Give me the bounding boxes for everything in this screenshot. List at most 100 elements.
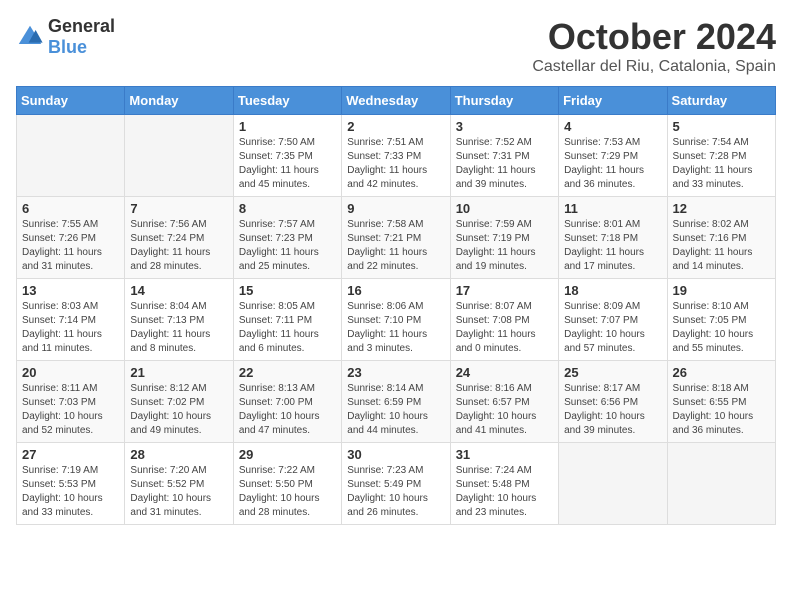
calendar-cell: 17 Sunrise: 8:07 AMSunset: 7:08 PMDayligh… <box>450 279 558 361</box>
day-number: 8 <box>239 201 336 216</box>
weekday-header: Monday <box>125 87 233 115</box>
day-number: 28 <box>130 447 227 462</box>
day-info: Sunrise: 7:20 AMSunset: 5:52 PMDaylight:… <box>130 464 227 520</box>
calendar-cell: 31Sunrise: 7:24 AMSunset: 5:48 PMDayligh… <box>450 443 558 525</box>
day-info: Sunrise: 7:50 AMSunset: 7:35 PMDaylight:… <box>239 136 336 192</box>
day-number: 18 <box>564 283 661 298</box>
day-info: Sunrise: 8:17 AMSunset: 6:56 PMDaylight:… <box>564 382 661 438</box>
weekday-header: Sunday <box>17 87 125 115</box>
logo-text-blue: Blue <box>48 37 87 57</box>
calendar-cell: 13 Sunrise: 8:03 AMSunset: 7:14 PMDayligh… <box>17 279 125 361</box>
day-info: Sunrise: 8:16 AMSunset: 6:57 PMDaylight:… <box>456 382 553 438</box>
day-number: 13 <box>22 283 119 298</box>
day-number: 27 <box>22 447 119 462</box>
day-number: 24 <box>456 365 553 380</box>
day-info: Sunrise: 7:22 AMSunset: 5:50 PMDaylight:… <box>239 464 336 520</box>
day-number: 7 <box>130 201 227 216</box>
weekday-header: Thursday <box>450 87 558 115</box>
logo: General Blue <box>16 16 115 58</box>
day-info: Sunrise: 8:07 AMSunset: 7:08 PMDaylight:… <box>456 300 553 356</box>
calendar-week-row: 27 Sunrise: 7:19 AMSunset: 5:53 PMDayligh… <box>17 443 776 525</box>
day-number: 25 <box>564 365 661 380</box>
location-subtitle: Castellar del Riu, Catalonia, Spain <box>532 58 776 76</box>
day-number: 17 <box>456 283 553 298</box>
calendar-cell: 3 Sunrise: 7:52 AMSunset: 7:31 PMDaylight… <box>450 115 558 197</box>
calendar-cell: 20Sunrise: 8:11 AMSunset: 7:03 PMDayligh… <box>17 361 125 443</box>
day-info: Sunrise: 7:55 AMSunset: 7:26 PMDaylight:… <box>22 218 119 274</box>
day-number: 21 <box>130 365 227 380</box>
calendar-cell <box>17 115 125 197</box>
day-number: 5 <box>673 119 770 134</box>
calendar-header-row: SundayMondayTuesdayWednesdayThursdayFrid… <box>17 87 776 115</box>
calendar-week-row: 1 Sunrise: 7:50 AMSunset: 7:35 PMDaylight… <box>17 115 776 197</box>
day-info: Sunrise: 7:19 AMSunset: 5:53 PMDaylight:… <box>22 464 119 520</box>
day-info: Sunrise: 8:05 AMSunset: 7:11 PMDaylight:… <box>239 300 336 356</box>
calendar-cell: 23 Sunrise: 8:14 AMSunset: 6:59 PMDayligh… <box>342 361 450 443</box>
day-info: Sunrise: 8:04 AMSunset: 7:13 PMDaylight:… <box>130 300 227 356</box>
day-number: 2 <box>347 119 444 134</box>
day-number: 16 <box>347 283 444 298</box>
day-info: Sunrise: 8:09 AMSunset: 7:07 PMDaylight:… <box>564 300 661 356</box>
weekday-header: Wednesday <box>342 87 450 115</box>
calendar-cell: 4Sunrise: 7:53 AMSunset: 7:29 PMDaylight… <box>559 115 667 197</box>
calendar-cell: 28 Sunrise: 7:20 AMSunset: 5:52 PMDayligh… <box>125 443 233 525</box>
day-info: Sunrise: 7:24 AMSunset: 5:48 PMDaylight:… <box>456 464 553 520</box>
day-number: 15 <box>239 283 336 298</box>
day-number: 3 <box>456 119 553 134</box>
calendar-week-row: 13 Sunrise: 8:03 AMSunset: 7:14 PMDayligh… <box>17 279 776 361</box>
day-number: 6 <box>22 201 119 216</box>
calendar-cell: 24 Sunrise: 8:16 AMSunset: 6:57 PMDayligh… <box>450 361 558 443</box>
calendar-cell: 22 Sunrise: 8:13 AMSunset: 7:00 PMDayligh… <box>233 361 341 443</box>
day-number: 1 <box>239 119 336 134</box>
day-number: 12 <box>673 201 770 216</box>
calendar-cell: 30Sunrise: 7:23 AMSunset: 5:49 PMDayligh… <box>342 443 450 525</box>
calendar-cell: 21 Sunrise: 8:12 AMSunset: 7:02 PMDayligh… <box>125 361 233 443</box>
day-info: Sunrise: 7:52 AMSunset: 7:31 PMDaylight:… <box>456 136 553 192</box>
day-number: 11 <box>564 201 661 216</box>
logo-icon <box>16 23 44 51</box>
calendar-cell <box>559 443 667 525</box>
calendar-cell: 5 Sunrise: 7:54 AMSunset: 7:28 PMDaylight… <box>667 115 775 197</box>
day-number: 22 <box>239 365 336 380</box>
calendar-cell <box>667 443 775 525</box>
month-title: October 2024 <box>532 16 776 58</box>
day-number: 23 <box>347 365 444 380</box>
day-number: 4 <box>564 119 661 134</box>
calendar-cell: 14 Sunrise: 8:04 AMSunset: 7:13 PMDayligh… <box>125 279 233 361</box>
calendar-cell <box>125 115 233 197</box>
day-info: Sunrise: 7:56 AMSunset: 7:24 PMDaylight:… <box>130 218 227 274</box>
day-info: Sunrise: 8:12 AMSunset: 7:02 PMDaylight:… <box>130 382 227 438</box>
calendar-cell: 26 Sunrise: 8:18 AMSunset: 6:55 PMDayligh… <box>667 361 775 443</box>
calendar-cell: 27 Sunrise: 7:19 AMSunset: 5:53 PMDayligh… <box>17 443 125 525</box>
day-info: Sunrise: 8:03 AMSunset: 7:14 PMDaylight:… <box>22 300 119 356</box>
calendar-cell: 25 Sunrise: 8:17 AMSunset: 6:56 PMDayligh… <box>559 361 667 443</box>
logo-text-general: General <box>48 16 115 36</box>
calendar-cell: 16 Sunrise: 8:06 AMSunset: 7:10 PMDayligh… <box>342 279 450 361</box>
day-info: Sunrise: 8:06 AMSunset: 7:10 PMDaylight:… <box>347 300 444 356</box>
calendar-week-row: 20Sunrise: 8:11 AMSunset: 7:03 PMDayligh… <box>17 361 776 443</box>
day-info: Sunrise: 8:14 AMSunset: 6:59 PMDaylight:… <box>347 382 444 438</box>
day-info: Sunrise: 7:23 AMSunset: 5:49 PMDaylight:… <box>347 464 444 520</box>
calendar-cell: 19 Sunrise: 8:10 AMSunset: 7:05 PMDayligh… <box>667 279 775 361</box>
day-info: Sunrise: 8:18 AMSunset: 6:55 PMDaylight:… <box>673 382 770 438</box>
day-info: Sunrise: 8:11 AMSunset: 7:03 PMDaylight:… <box>22 382 119 438</box>
day-number: 14 <box>130 283 227 298</box>
day-info: Sunrise: 8:13 AMSunset: 7:00 PMDaylight:… <box>239 382 336 438</box>
header: General Blue October 2024 Castellar del … <box>16 16 776 76</box>
calendar-cell: 29Sunrise: 7:22 AMSunset: 5:50 PMDayligh… <box>233 443 341 525</box>
day-info: Sunrise: 7:54 AMSunset: 7:28 PMDaylight:… <box>673 136 770 192</box>
calendar-cell: 2Sunrise: 7:51 AMSunset: 7:33 PMDaylight… <box>342 115 450 197</box>
day-info: Sunrise: 8:02 AMSunset: 7:16 PMDaylight:… <box>673 218 770 274</box>
calendar-cell: 15 Sunrise: 8:05 AMSunset: 7:11 PMDayligh… <box>233 279 341 361</box>
calendar-cell: 8 Sunrise: 7:57 AMSunset: 7:23 PMDaylight… <box>233 197 341 279</box>
day-info: Sunrise: 7:59 AMSunset: 7:19 PMDaylight:… <box>456 218 553 274</box>
day-number: 26 <box>673 365 770 380</box>
title-area: October 2024 Castellar del Riu, Cataloni… <box>532 16 776 76</box>
day-number: 19 <box>673 283 770 298</box>
day-info: Sunrise: 7:57 AMSunset: 7:23 PMDaylight:… <box>239 218 336 274</box>
calendar-cell: 10Sunrise: 7:59 AMSunset: 7:19 PMDayligh… <box>450 197 558 279</box>
weekday-header: Friday <box>559 87 667 115</box>
day-info: Sunrise: 8:10 AMSunset: 7:05 PMDaylight:… <box>673 300 770 356</box>
calendar-cell: 18 Sunrise: 8:09 AMSunset: 7:07 PMDayligh… <box>559 279 667 361</box>
calendar-week-row: 6 Sunrise: 7:55 AMSunset: 7:26 PMDaylight… <box>17 197 776 279</box>
